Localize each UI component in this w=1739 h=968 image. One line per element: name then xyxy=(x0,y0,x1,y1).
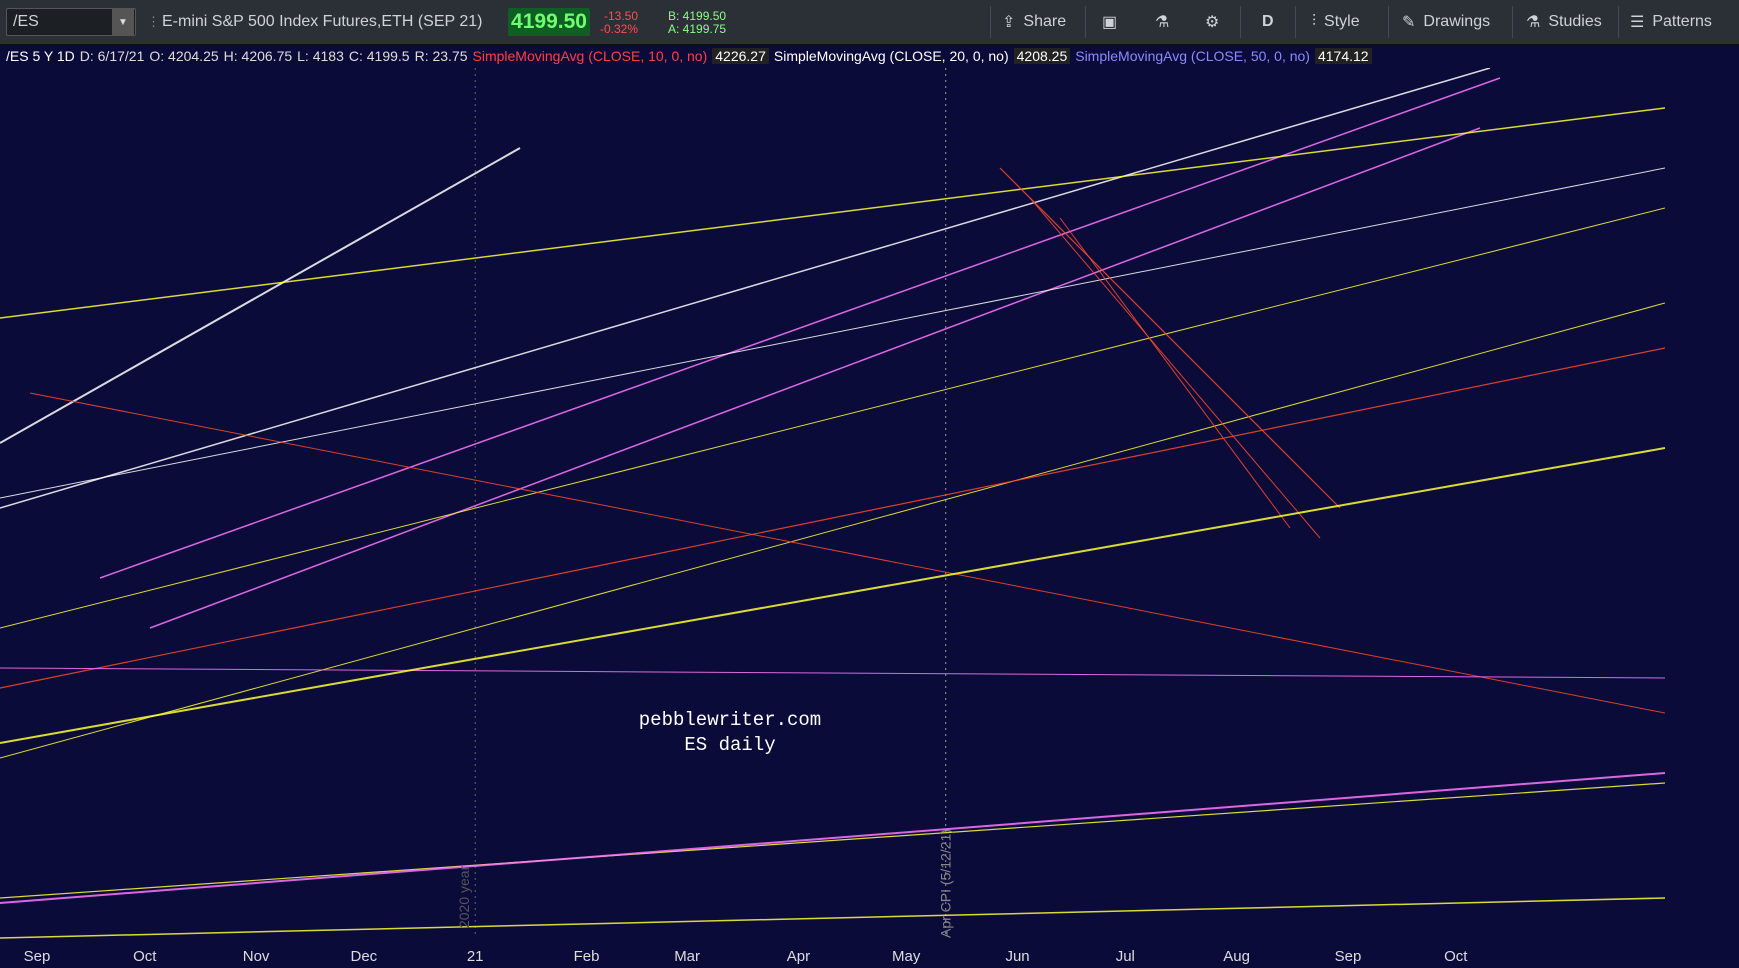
trend-line xyxy=(149,127,1481,629)
style-button[interactable]: ⫶ Style xyxy=(1312,8,1360,36)
ask-value: A: 4199.75 xyxy=(668,22,727,36)
style-icon: ⫶ xyxy=(1312,13,1317,30)
flask-icon[interactable]: ⚗ xyxy=(1155,8,1169,36)
x-tick-label: Sep xyxy=(24,948,51,965)
bar-close: C: 4199.5 xyxy=(348,48,410,64)
watermark-site: pebblewriter.com xyxy=(639,709,821,731)
price-axis[interactable]: 4316.974067.943924.193651.743522.693398.… xyxy=(1665,68,1739,968)
trend-line xyxy=(0,447,1665,744)
x-tick-label: Aug xyxy=(1223,948,1250,965)
sma10-value: 4226.27 xyxy=(712,48,769,64)
bar-low: L: 4183 xyxy=(297,48,344,64)
trend-line xyxy=(0,207,1665,629)
instrument-description: E-mini S&P 500 Index Futures,ETH (SEP 21… xyxy=(162,13,483,30)
x-tick-label: Sep xyxy=(1335,948,1362,965)
sma10-label[interactable]: SimpleMovingAvg (CLOSE, 10, 0, no) xyxy=(473,48,708,64)
trend-line xyxy=(0,667,1665,679)
trend-line xyxy=(0,772,1665,904)
year-note: 2020 year xyxy=(456,865,472,928)
sma50-value: 4174.12 xyxy=(1314,48,1372,64)
pencil-icon: ✎ xyxy=(1402,14,1416,31)
x-tick-label: Nov xyxy=(243,948,270,965)
studies-button[interactable]: ⚗ Studies xyxy=(1526,8,1602,36)
trend-line xyxy=(999,167,1341,509)
trend-line xyxy=(0,897,1665,939)
x-tick-label: Jun xyxy=(1005,948,1029,965)
x-tick-label: Oct xyxy=(1444,948,1468,965)
separator xyxy=(1240,6,1241,38)
sma20-label[interactable]: SimpleMovingAvg (CLOSE, 20, 0, no) xyxy=(774,48,1009,64)
x-tick-label: Feb xyxy=(574,948,600,965)
chart-plot-area[interactable]: $4258.25$4258.25$4208.27$4174.12$4153.62… xyxy=(0,68,1665,968)
trend-line xyxy=(1059,217,1291,529)
symbol-text: /ES xyxy=(13,13,39,30)
x-tick-label: 21 xyxy=(467,948,484,965)
separator xyxy=(1388,6,1389,38)
x-tick-label: Jul xyxy=(1116,948,1135,965)
separator xyxy=(1085,6,1086,38)
separator xyxy=(1512,6,1513,38)
trend-line xyxy=(0,347,1665,689)
trend-line xyxy=(0,782,1665,899)
layout-icon[interactable]: ▣ xyxy=(1102,8,1117,36)
studies-icon: ⚗ xyxy=(1526,14,1541,31)
symbol-period: /ES 5 Y 1D xyxy=(6,48,75,64)
trend-line xyxy=(0,147,521,444)
patterns-button[interactable]: ☰ Patterns xyxy=(1630,8,1712,36)
bar-range: R: 23.75 xyxy=(414,48,468,64)
symbol-dropdown-icon[interactable]: ▼ xyxy=(112,8,134,36)
bar-open: O: 4204.25 xyxy=(149,48,219,64)
toolbar: /ES ▼ ⋮ E-mini S&P 500 Index Futures,ETH… xyxy=(0,0,1739,45)
study-header: /ES 5 Y 1D D: 6/17/21 O: 4204.25 H: 4206… xyxy=(6,45,1377,67)
drawings-button[interactable]: ✎ Drawings xyxy=(1402,8,1490,36)
change-block: -13.50 -0.32% xyxy=(600,10,638,38)
trend-line xyxy=(1029,197,1321,539)
studies-label: Studies xyxy=(1548,13,1602,30)
x-tick-label: Mar xyxy=(674,948,700,965)
cpi-note: Apr CPI (5/12/21) xyxy=(938,829,954,938)
x-tick-label: May xyxy=(892,948,921,965)
bar-date: D: 6/17/21 xyxy=(79,48,145,64)
change-percent: -0.32% xyxy=(600,22,639,36)
gear-icon[interactable]: ⚙ xyxy=(1205,8,1219,36)
watermark-subtitle: ES daily xyxy=(684,734,775,756)
bar-high: H: 4206.75 xyxy=(223,48,293,64)
drawings-label: Drawings xyxy=(1423,13,1491,30)
drag-handle-icon[interactable]: ⋮ xyxy=(147,8,160,36)
last-price: 4199.50 xyxy=(508,8,590,36)
share-label: Share xyxy=(1023,13,1067,30)
trend-line xyxy=(0,107,1665,319)
bid-ask-block: B: 4199.50 A: 4199.75 xyxy=(668,10,726,38)
style-label: Style xyxy=(1324,13,1360,30)
trend-line xyxy=(0,167,1665,499)
separator xyxy=(1618,6,1619,38)
patterns-label: Patterns xyxy=(1652,13,1712,30)
separator xyxy=(990,6,991,38)
price-axis-bg xyxy=(1665,68,1739,968)
trend-line xyxy=(0,68,1491,509)
separator xyxy=(1295,6,1296,38)
share-icon: ⇪ xyxy=(1002,14,1016,31)
x-tick-label: Dec xyxy=(351,948,378,965)
share-button[interactable]: ⇪ Share xyxy=(1002,8,1066,36)
x-tick-label: Oct xyxy=(133,948,157,965)
patterns-icon: ☰ xyxy=(1630,14,1645,31)
timeframe-button[interactable]: D xyxy=(1262,8,1274,36)
sma20-value: 4208.25 xyxy=(1013,48,1071,64)
sma50-label[interactable]: SimpleMovingAvg (CLOSE, 50, 0, no) xyxy=(1075,48,1310,64)
trend-line xyxy=(29,392,1665,714)
x-tick-label: Apr xyxy=(787,948,810,965)
